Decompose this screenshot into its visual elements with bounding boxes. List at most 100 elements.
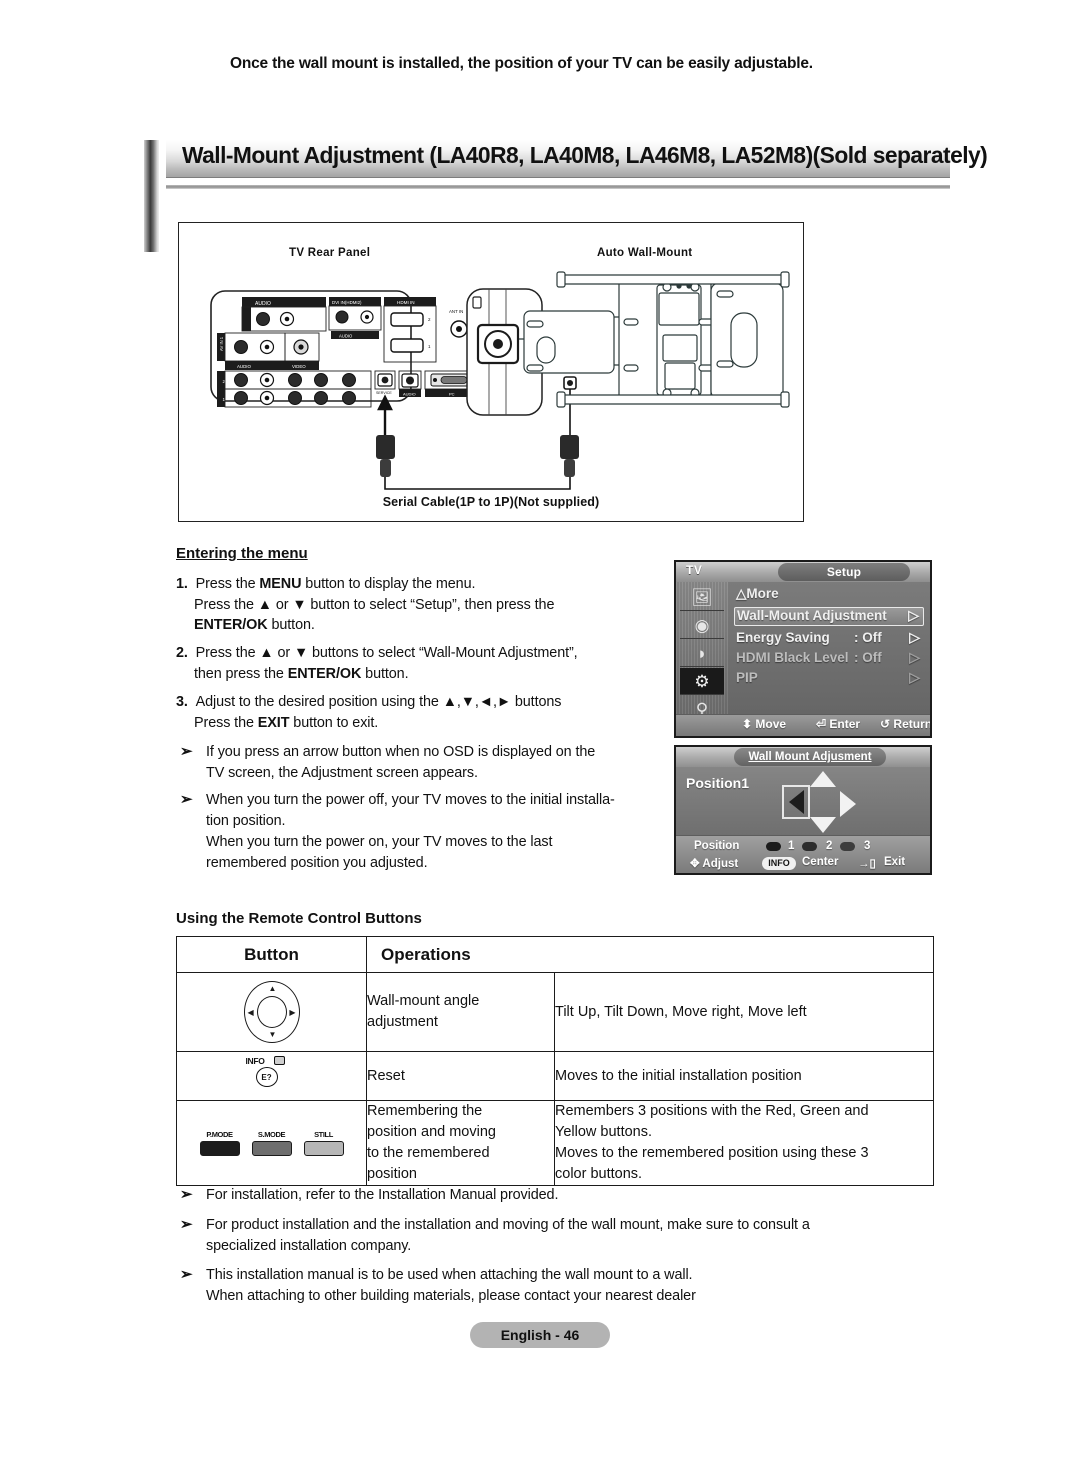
step-2-line-1: Press the ▲ or ▼ buttons to select “Wall… [191, 645, 578, 661]
manual-page: Wall-Mount Adjustment (LA40R8, LA40M8, L… [0, 0, 1080, 1472]
red-button-pill-icon[interactable] [766, 842, 781, 851]
dpad-control[interactable] [780, 769, 864, 833]
cell-operation: Wall-mount angle adjustment [366, 972, 555, 1052]
slot-2-label: 2 [826, 840, 833, 852]
info-circle-icon: E? [255, 1067, 278, 1087]
step-1-line-1: Press the MENU button to display the men… [191, 576, 476, 592]
smode-key [251, 1141, 292, 1156]
enter-icon: ⏎ [816, 717, 827, 731]
svg-text:HDMI IN: HDMI IN [397, 300, 415, 305]
osd-body: △More Wall-Mount Adjustment ▷ Energy Sav… [728, 582, 930, 714]
step-3: 3. Adjust to the desired position using … [176, 692, 686, 733]
yellow-button-pill-icon[interactable] [840, 842, 855, 851]
entering-the-menu-heading: Entering the menu [176, 545, 308, 562]
cell-operation: Remembering the position and moving to t… [366, 1100, 555, 1186]
header-rule [166, 185, 950, 189]
svg-text:2: 2 [428, 317, 431, 322]
operation-line-1: Remembering the [367, 1103, 483, 1119]
description-line-3: Moves to the remembered position using t… [555, 1145, 869, 1161]
updown-arrow-icon: ⬍ [742, 717, 753, 731]
sidebar-item-channel[interactable]: ◗ [680, 640, 724, 667]
note-1-line-1: If you press an arrow button when no OSD… [206, 744, 596, 760]
diagram-label-tv-rear-panel: TV Rear Panel [289, 247, 371, 259]
still-button[interactable]: STILL [303, 1130, 344, 1156]
osd-wall-mount-adjustment: Wall Mount Adjusment Position1 Position … [674, 745, 932, 875]
exit-icon: →▯ [858, 858, 876, 870]
table-header-row: Button Operations [176, 936, 934, 973]
pmode-button[interactable]: P.MODE [199, 1130, 240, 1156]
osd-tv-label: TV [686, 563, 703, 577]
note-2-line-1: When you turn the power off, your TV mov… [206, 792, 615, 808]
pmode-key [199, 1141, 240, 1156]
step-1-line-3: ENTER/OK button. [194, 617, 315, 633]
operation-line-4: position [367, 1166, 417, 1182]
arrow-down-icon[interactable] [810, 817, 836, 833]
sidebar-item-picture[interactable]: 🖼 [680, 584, 724, 611]
osd-row-label: HDMI Black Level [736, 650, 849, 665]
hint-enter: ⏎ Enter [816, 717, 860, 731]
sidebar-item-setup[interactable]: ⚙ [680, 668, 724, 695]
step-1: 1. Press the MENU button to display the … [176, 574, 676, 636]
osd-row-pip[interactable]: PIP ▷ [736, 669, 924, 689]
info-button-icon[interactable]: INFO [762, 857, 796, 870]
info-caption: INFO [245, 1056, 265, 1066]
chevron-right-icon: ▷ [908, 607, 919, 623]
picture-icon: 🖼 [691, 587, 713, 607]
table-row: P.MODE S.MODE STILL Remembering the posi… [176, 1100, 934, 1186]
dpad-icon: ✥ [690, 858, 700, 870]
svg-text:AUDIO: AUDIO [237, 364, 251, 369]
smode-caption: S.MODE [257, 1130, 286, 1139]
arrow-up-icon[interactable] [810, 771, 836, 787]
return-icon: ↺ [880, 717, 891, 731]
still-caption: STILL [314, 1130, 333, 1139]
osd-row-energy-saving[interactable]: Energy Saving : Off ▷ [736, 629, 924, 649]
page-title: Wall-Mount Adjustment (LA40R8, LA40M8, L… [182, 142, 988, 168]
osd-row-label: PIP [736, 670, 758, 685]
svg-text:AUDIO: AUDIO [403, 391, 416, 396]
bottom-note-3-line-1: This installation manual is to be used w… [206, 1267, 693, 1283]
slot-3-label: 3 [864, 840, 871, 852]
description-line-2: Yellow buttons. [555, 1124, 653, 1140]
arrow-right-icon[interactable] [840, 791, 856, 817]
slot-1-label: 1 [788, 840, 795, 852]
operation-line-3: to the remembered [367, 1145, 490, 1161]
operation-line-1: Reset [367, 1067, 405, 1084]
step-1-line-2: Press the ▲ or ▼ button to select “Setup… [194, 596, 555, 613]
osd2-bottom-hints: Position 1 2 3 ✥ Adjust INFO Center →▯ E… [676, 835, 930, 873]
description-line-4: color buttons. [555, 1166, 643, 1182]
step-3-number: 3. [176, 694, 188, 710]
operation-line-2: position and moving [367, 1124, 496, 1140]
svg-text:SERVICE: SERVICE [376, 391, 392, 395]
svg-text:AUDIO: AUDIO [339, 334, 353, 339]
svg-text:DVI IN(HDMI2): DVI IN(HDMI2) [332, 300, 362, 305]
step-3-line-2: Press the EXIT button to exit. [194, 714, 379, 731]
bottom-note-3: ➢ This installation manual is to be used… [180, 1265, 940, 1307]
sound-icon: ◉ [694, 615, 710, 635]
smode-button[interactable]: S.MODE [251, 1130, 292, 1156]
osd-row-hdmi-black-level[interactable]: HDMI Black Level : Off ▷ [736, 649, 924, 669]
step-2-number: 2. [176, 645, 188, 661]
cell-description: Moves to the initial installation positi… [554, 1051, 934, 1101]
bottom-note-1: ➢ For installation, refer to the Install… [180, 1185, 940, 1206]
green-button-pill-icon[interactable] [802, 842, 817, 851]
sidebar-item-sound[interactable]: ◉ [680, 612, 724, 639]
chevron-right-icon: ▷ [909, 669, 920, 685]
decorative-left-bar [144, 140, 159, 252]
bottom-note-2-line-2: specialized installation company. [206, 1238, 412, 1254]
note-bullet-icon: ➢ [180, 791, 193, 808]
osd-row-label: Wall-Mount Adjustment [737, 608, 887, 623]
col-header-operations: Operations [366, 936, 934, 973]
osd-row-wall-mount-adjustment[interactable]: Wall-Mount Adjustment ▷ [734, 607, 924, 626]
note-1: ➢ If you press an arrow button when no O… [180, 742, 675, 784]
page-footer: English - 46 [470, 1322, 610, 1348]
mode-buttons-icon: P.MODE S.MODE STILL [177, 1120, 366, 1166]
arrow-left-selected[interactable] [782, 785, 810, 819]
col-header-button: Button [176, 936, 367, 973]
osd-tab-setup[interactable]: Setup [778, 563, 910, 581]
connection-diagram: TV Rear Panel Auto Wall-Mount AUDIO DVI … [178, 222, 804, 522]
direction-wheel-icon: ▲ ▼ ◀ ▶ [243, 981, 300, 1043]
still-key [303, 1141, 344, 1156]
osd-more-row[interactable]: △More [736, 586, 924, 605]
hint-return: ↺ Return [880, 717, 930, 731]
position-word: Position [694, 840, 740, 852]
